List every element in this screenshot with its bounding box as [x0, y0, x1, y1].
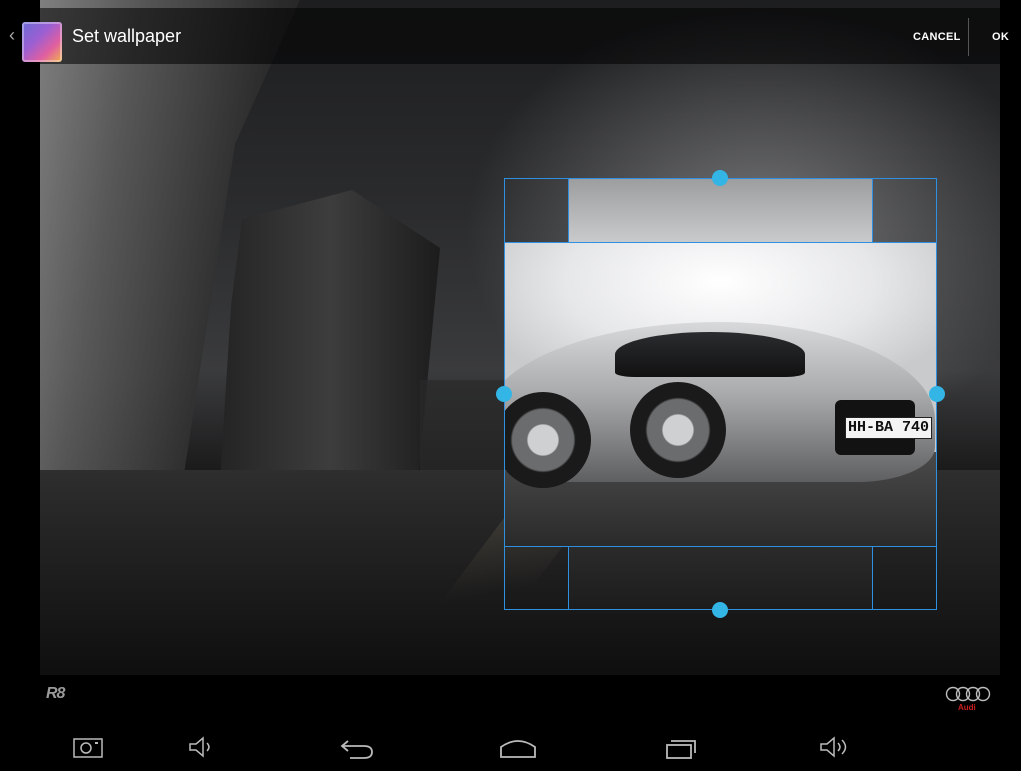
divider [968, 18, 969, 56]
crop-handle-right[interactable] [929, 386, 945, 402]
r8-logo: R8 [46, 685, 65, 702]
car-wheel [630, 382, 726, 478]
crop-guide-line [568, 546, 569, 610]
navigation-bar [0, 715, 1021, 771]
back-icon[interactable] [338, 735, 378, 761]
cancel-button[interactable]: CANCEL [913, 31, 961, 43]
page-title: Set wallpaper [72, 26, 182, 46]
action-bar: ‹ Set wallpaper CANCEL OK [0, 8, 1021, 64]
crop-guide-line [872, 546, 873, 610]
car-window [615, 332, 805, 377]
gallery-app-icon[interactable] [22, 22, 62, 62]
recent-apps-icon[interactable] [663, 735, 699, 761]
camera-icon[interactable] [72, 735, 104, 759]
crop-region-bottom [568, 546, 872, 610]
crop-handle-top[interactable] [712, 170, 728, 186]
license-plate: HH-BA 740 [845, 417, 932, 439]
crop-guide-line [872, 178, 873, 242]
crop-handle-bottom[interactable] [712, 602, 728, 618]
home-icon[interactable] [498, 735, 538, 761]
crop-region-top [568, 178, 872, 242]
crop-handle-left[interactable] [496, 386, 512, 402]
crop-region[interactable]: HH-BA 740 [505, 242, 936, 546]
volume-down-icon[interactable] [187, 735, 219, 759]
volume-up-icon[interactable] [818, 735, 858, 761]
crop-guide-line [504, 242, 937, 243]
up-caret-icon[interactable]: ‹ [9, 25, 15, 46]
audi-rings-logo [945, 686, 991, 702]
ok-button[interactable]: OK [992, 31, 1009, 43]
audi-wordmark: Audi [958, 703, 976, 712]
crop-guide-line [568, 178, 569, 242]
building-shape [220, 190, 440, 480]
